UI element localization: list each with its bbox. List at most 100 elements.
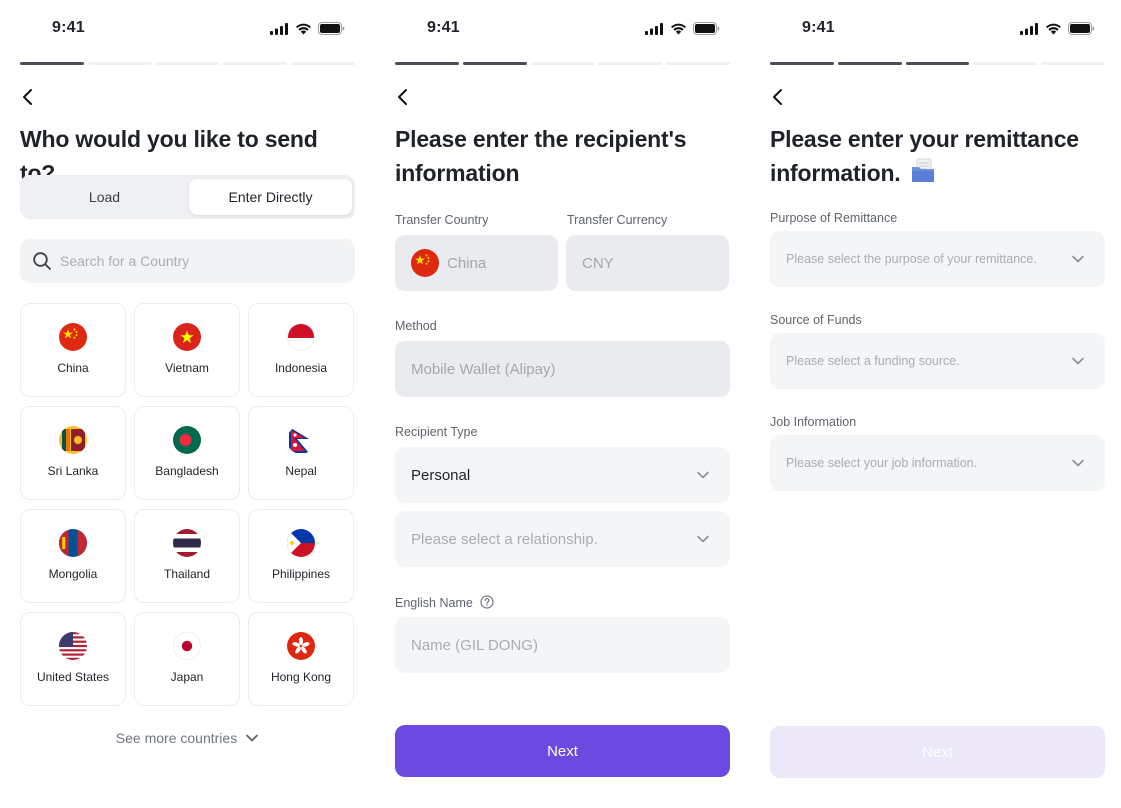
country-card-mongolia[interactable]: Mongolia [20,509,126,603]
recipient-type-select[interactable]: Personal [395,447,730,503]
country-name: Japan [170,670,204,684]
recipient-type-value: Personal [411,466,471,484]
chevron-down-icon [697,535,709,543]
source-of-funds-placeholder: Please select a funding source. [786,354,960,368]
transfer-currency-value: CNY [582,254,614,272]
battery-icon [1068,22,1095,35]
country-card-sri-lanka[interactable]: Sri Lanka [20,406,126,500]
country-name: Hong Kong [270,670,332,684]
country-card-indonesia[interactable]: Indonesia [248,303,354,397]
battery-icon [693,22,720,35]
country-card-hong-kong[interactable]: Hong Kong [248,612,354,706]
recipient-type-label: Recipient Type [395,425,478,439]
hong-kong-flag-icon [287,632,315,660]
country-card-vietnam[interactable]: Vietnam [134,303,240,397]
country-name: Thailand [163,567,211,581]
chevron-down-icon [1072,357,1084,365]
country-grid: China Vietnam Indonesia Sri Lanka Bangla… [20,303,355,706]
country-card-united-states[interactable]: United States [20,612,126,706]
transfer-country-label: Transfer Country [395,213,489,227]
country-name: United States [36,670,110,684]
next-button-disabled[interactable]: Next [770,726,1105,778]
transfer-country-field: China [395,235,558,291]
back-arrow-icon[interactable] [770,88,788,106]
job-information-placeholder: Please select your job information. [786,456,978,470]
see-more-countries-button[interactable]: See more countries [20,730,355,746]
progress-segment [87,62,152,65]
country-name: Vietnam [165,361,209,375]
country-name: Bangladesh [155,464,219,478]
method-field: Mobile Wallet (Alipay) [395,341,730,397]
progress-segment [598,62,663,65]
nepal-flag-icon [287,426,315,454]
status-time: 9:41 [427,19,460,36]
indonesia-flag-icon [287,323,315,351]
source-of-funds-select[interactable]: Please select a funding source. [770,333,1105,389]
progress-segment [20,62,84,65]
progress-segment [905,62,970,65]
country-card-japan[interactable]: Japan [134,612,240,706]
remittance-info-screen: 9:41 Please enter your remittance inform… [770,0,1105,808]
country-name: Philippines [271,567,331,581]
english-name-input[interactable]: Name (GIL DONG) [395,617,730,673]
sri-lanka-flag-icon [59,426,87,454]
japan-flag-icon [173,632,201,660]
page-title-line2: information. [770,160,901,186]
progress-segment [155,62,220,65]
progress-segment [291,62,355,65]
chevron-down-icon [246,734,259,742]
progress-segment [973,62,1038,65]
tab-enter-directly[interactable]: Enter Directly [189,179,352,215]
country-card-philippines[interactable]: Philippines [248,509,354,603]
country-select-screen: 9:41 Who would you like to send to? Load… [20,0,355,808]
relationship-placeholder: Please select a relationship. [411,530,598,548]
purpose-placeholder: Please select the purpose of your remitt… [786,252,1037,266]
status-bar: 9:41 [770,0,1105,56]
chevron-down-icon [1072,459,1084,467]
china-flag-icon [411,249,439,277]
purpose-select[interactable]: Please select the purpose of your remitt… [770,231,1105,287]
country-name: Indonesia [274,361,328,375]
country-card-china[interactable]: China [20,303,126,397]
job-information-select[interactable]: Please select your job information. [770,435,1105,491]
country-name: Nepal [285,464,317,478]
status-bar: 9:41 [20,0,355,56]
status-time: 9:41 [802,19,835,36]
search-icon [33,252,51,270]
status-bar: 9:41 [395,0,730,56]
page-title: Please enter your remittance information… [770,122,1105,190]
country-card-bangladesh[interactable]: Bangladesh [134,406,240,500]
page-title-line2: information [395,160,520,186]
step-progress-bar [395,62,730,65]
progress-segment [837,62,902,65]
see-more-label: See more countries [115,730,238,746]
chevron-down-icon [1072,255,1084,263]
english-name-label: English Name [395,595,494,610]
help-circle-icon[interactable] [480,595,494,609]
wifi-icon [1046,23,1061,34]
bangladesh-flag-icon [173,426,201,454]
page-title-line1: Please enter the recipient's [395,126,687,152]
country-card-nepal[interactable]: Nepal [248,406,354,500]
cellular-signal-icon [645,22,663,35]
progress-segment [462,62,527,65]
china-flag-icon [59,323,87,351]
thailand-flag-icon [173,529,201,557]
battery-icon [318,22,345,35]
relationship-select[interactable]: Please select a relationship. [395,511,730,567]
back-arrow-icon[interactable] [395,88,413,106]
english-name-placeholder: Name (GIL DONG) [411,636,538,654]
country-search-input[interactable]: Search for a Country [20,239,355,283]
country-card-thailand[interactable]: Thailand [134,509,240,603]
vietnam-flag-icon [173,323,201,351]
usa-flag-icon [59,632,87,660]
purpose-label: Purpose of Remittance [770,211,898,225]
source-of-funds-label: Source of Funds [770,313,862,327]
back-arrow-icon[interactable] [20,88,38,106]
progress-segment [770,62,834,65]
transfer-country-value: China [447,254,487,272]
next-button[interactable]: Next [395,725,730,777]
progress-segment [666,62,730,65]
tab-load[interactable]: Load [23,179,186,215]
folder-document-icon [911,158,934,182]
